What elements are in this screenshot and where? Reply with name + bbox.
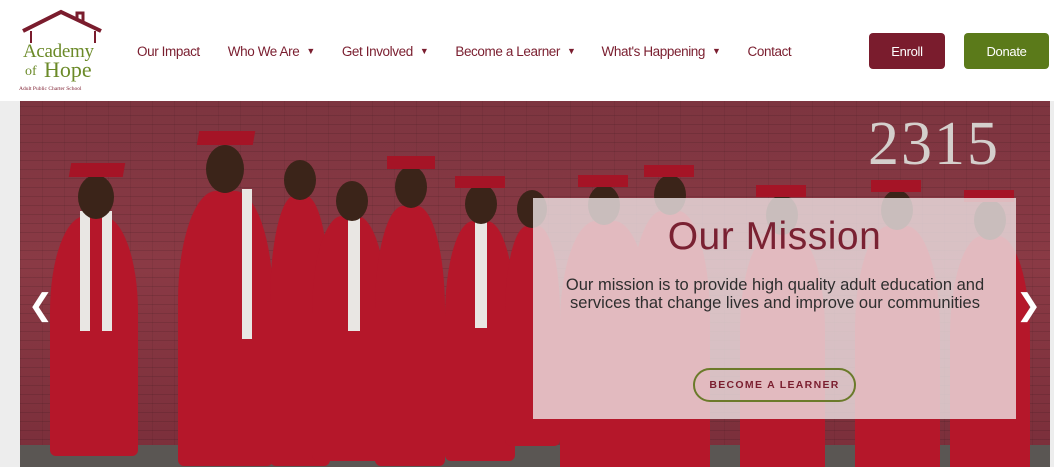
caret-down-icon: ▼ [419,46,429,56]
mission-title: Our Mission [667,215,882,258]
nav-become-a-learner[interactable]: Become a Learner ▼ [455,43,576,59]
slider-next-arrow-icon[interactable]: ❯ [1016,291,1041,321]
caret-down-icon: ▼ [306,46,315,56]
caret-down-icon: ▼ [567,46,576,56]
caret-down-icon: ▼ [712,46,721,56]
nav-contact[interactable]: Contact [748,44,792,59]
nav-label: Our Impact [137,43,200,59]
nav-get-involved[interactable]: Get Involved ▼ [342,44,429,59]
nav-label: Become a Learner [455,43,561,59]
mission-card: Our Mission Our mission is to provide hi… [533,198,1016,419]
logo-tagline: Adult Public Charter School [19,86,82,92]
nav-label: Who We Are [227,43,300,59]
nav-label: Contact [747,43,792,59]
logo-hope-text: Hope [44,57,92,82]
slider-prev-arrow-icon[interactable]: ❮ [28,291,53,321]
building-address-number: 2315 [868,110,1000,178]
site-header: Academy of Hope Adult Public Charter Sch… [0,0,1054,101]
mission-text: Our mission is to provide high quality a… [565,276,985,312]
nav-our-impact[interactable]: Our Impact [137,44,200,59]
main-nav: Our Impact Who We Are ▼ Get Involved ▼ B… [137,41,792,61]
enroll-button[interactable]: Enroll [869,33,945,69]
nav-who-we-are[interactable]: Who We Are ▼ [228,44,315,59]
donate-button[interactable]: Donate [964,33,1049,69]
nav-label: Get Involved [341,43,413,59]
logo-of-text: of [25,64,37,79]
nav-whats-happening[interactable]: What's Happening ▼ [602,44,721,59]
become-a-learner-button[interactable]: BECOME A LEARNER [693,368,856,402]
academy-of-hope-logo[interactable]: Academy of Hope Adult Public Charter Sch… [17,9,109,95]
nav-label: What's Happening [601,43,706,59]
